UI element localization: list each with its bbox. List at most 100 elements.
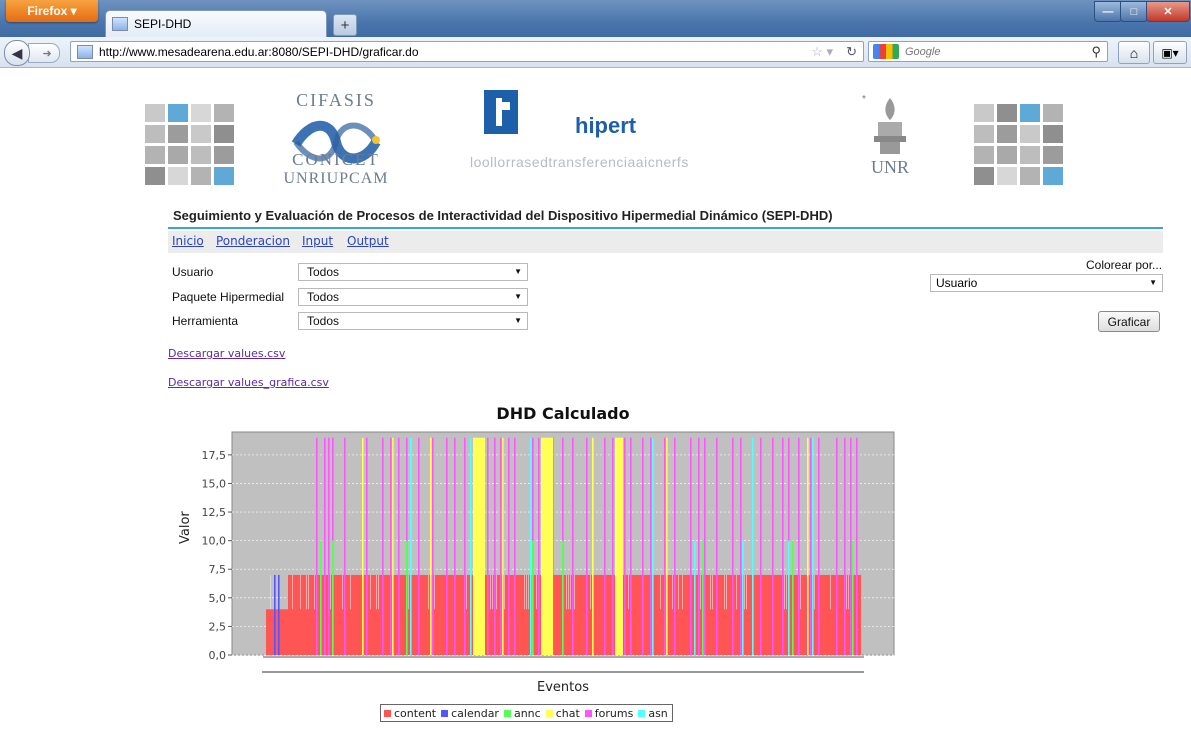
reload-icon[interactable]: ↻ — [846, 44, 857, 60]
asn-bar — [752, 437, 754, 655]
download-values-grafica-link[interactable]: Descargar values_grafica.csv — [168, 376, 329, 389]
asn-bar — [788, 540, 790, 655]
mosaic-tile — [145, 167, 165, 185]
content-gap — [314, 574, 315, 610]
menu-link-output[interactable]: Output — [347, 234, 389, 248]
y-tick-label: 17,5 — [202, 449, 227, 462]
main-menu: Inicio Ponderacion Input Output — [168, 231, 1163, 253]
download-values-link[interactable]: Descargar values.csv — [168, 347, 285, 360]
dhd-chart: 0,0 2,5 5,0 7,5 10,0 12,5 15,0 17,5 — [202, 431, 895, 673]
menu-link-input[interactable]: Input — [302, 234, 333, 248]
minimize-button[interactable]: — — [1094, 1, 1122, 22]
mosaic-tile — [191, 146, 211, 164]
unr-text: UNR — [870, 157, 909, 177]
url-text: http://www.mesadearena.edu.ar:8080/SEPI-… — [99, 44, 419, 59]
forums-bar — [487, 437, 489, 655]
content-gap — [566, 574, 567, 610]
forums-bar — [642, 437, 644, 655]
maximize-button[interactable]: □ — [1120, 1, 1148, 22]
bookmark-star-icon[interactable]: ☆ ▾ — [811, 44, 833, 60]
search-icon[interactable]: ⚲ — [1091, 44, 1101, 60]
search-bar[interactable]: Google ⚲ — [868, 41, 1108, 62]
mosaic-tile — [168, 167, 188, 185]
y-tick-label: 7,5 — [209, 563, 227, 576]
herramienta-label: Herramienta — [172, 314, 239, 328]
colorear-por-label: Colorear por... — [1086, 258, 1163, 272]
menu-link-inicio[interactable]: Inicio — [172, 234, 204, 248]
forums-bar — [328, 437, 330, 655]
page-title: Seguimiento y Evaluación de Procesos de … — [173, 208, 833, 223]
content-gap — [744, 574, 745, 610]
menu-link-ponderacion[interactable]: Ponderacion — [216, 234, 290, 248]
new-tab-button[interactable]: + — [333, 14, 357, 36]
content-gap — [726, 574, 727, 610]
colorear-por-select[interactable]: Usuario ▼ — [930, 274, 1163, 292]
back-button[interactable]: ◀ — [4, 40, 30, 66]
paquete-select-value: Todos — [307, 290, 340, 304]
content-gap — [342, 574, 343, 610]
search-engine-icon[interactable] — [873, 44, 899, 59]
paquete-hipermedial-select[interactable]: Todos ▼ — [298, 288, 528, 306]
mosaic-tile — [1020, 146, 1040, 164]
firefox-menu-label: Firefox — [27, 4, 68, 18]
content-gap — [428, 574, 429, 610]
mosaic-tile — [997, 104, 1017, 122]
legend-item-calendar: calendar — [441, 707, 499, 720]
home-button[interactable]: ⌂ — [1118, 41, 1150, 64]
herramienta-select[interactable]: Todos ▼ — [298, 312, 528, 330]
svg-text:*: * — [862, 94, 866, 105]
content-gap — [736, 574, 737, 610]
firefox-menu-button[interactable]: Firefox ▾ — [6, 0, 98, 22]
forums-bar — [850, 437, 852, 655]
legend-item-chat: chat — [545, 707, 580, 720]
forums-bar — [500, 437, 502, 655]
forums-bar — [798, 437, 800, 655]
forums-bar — [760, 437, 762, 655]
hipert-subtitle: loollorrasedtransferenciaaicnerfs — [470, 154, 689, 170]
forums-bar — [514, 437, 516, 655]
annc-bar — [332, 540, 334, 655]
content-gap — [724, 574, 725, 610]
forums-bar — [432, 437, 434, 655]
mosaic-tile — [168, 146, 188, 164]
colorear-por-value: Usuario — [936, 276, 978, 290]
legend-swatch — [584, 709, 592, 717]
forums-bar — [698, 437, 700, 655]
chat-bar — [473, 437, 485, 655]
bookmarks-icon: ▣▾ — [1161, 45, 1179, 60]
conicet-text: CONICET — [292, 150, 380, 169]
asn-bar — [410, 437, 412, 655]
forums-bar — [508, 437, 510, 655]
annc-bar — [320, 540, 322, 655]
asn-bar — [530, 437, 532, 655]
legend-label: forums — [594, 706, 634, 720]
bookmarks-button[interactable]: ▣▾ — [1153, 41, 1187, 64]
home-icon: ⌂ — [1129, 44, 1139, 61]
content-gap — [496, 574, 497, 610]
forums-bar — [344, 437, 346, 655]
hipert-logo: hipert loollorrasedtransferenciaaicnerfs — [470, 88, 770, 183]
content-gap — [526, 574, 527, 610]
forums-bar — [836, 437, 838, 655]
content-gap — [746, 574, 747, 610]
mosaic-tile — [1020, 104, 1040, 122]
forward-button[interactable]: ➜ — [28, 43, 60, 63]
history-buttons: ➜ ◀ — [4, 40, 62, 66]
usuario-select[interactable]: Todos ▼ — [298, 263, 528, 281]
browser-tab[interactable]: SEPI-DHD — [105, 10, 327, 37]
usuario-select-value: Todos — [307, 265, 340, 279]
tab-title: SEPI-DHD — [134, 17, 192, 31]
forums-bar — [716, 437, 718, 655]
legend-item-asn: asn — [638, 707, 668, 720]
url-bar[interactable]: http://www.mesadearena.edu.ar:8080/SEPI-… — [70, 41, 864, 62]
close-window-button[interactable]: ✕ — [1146, 1, 1190, 22]
legend-swatch — [503, 709, 511, 717]
content-gap — [408, 574, 409, 610]
forums-bar — [604, 437, 606, 655]
forums-bar — [586, 437, 588, 655]
forums-bar — [538, 437, 540, 655]
forums-bar — [316, 437, 318, 655]
graficar-button[interactable]: Graficar — [1098, 311, 1160, 332]
mosaic-tile — [997, 125, 1017, 143]
chevron-down-icon: ▼ — [514, 292, 522, 301]
